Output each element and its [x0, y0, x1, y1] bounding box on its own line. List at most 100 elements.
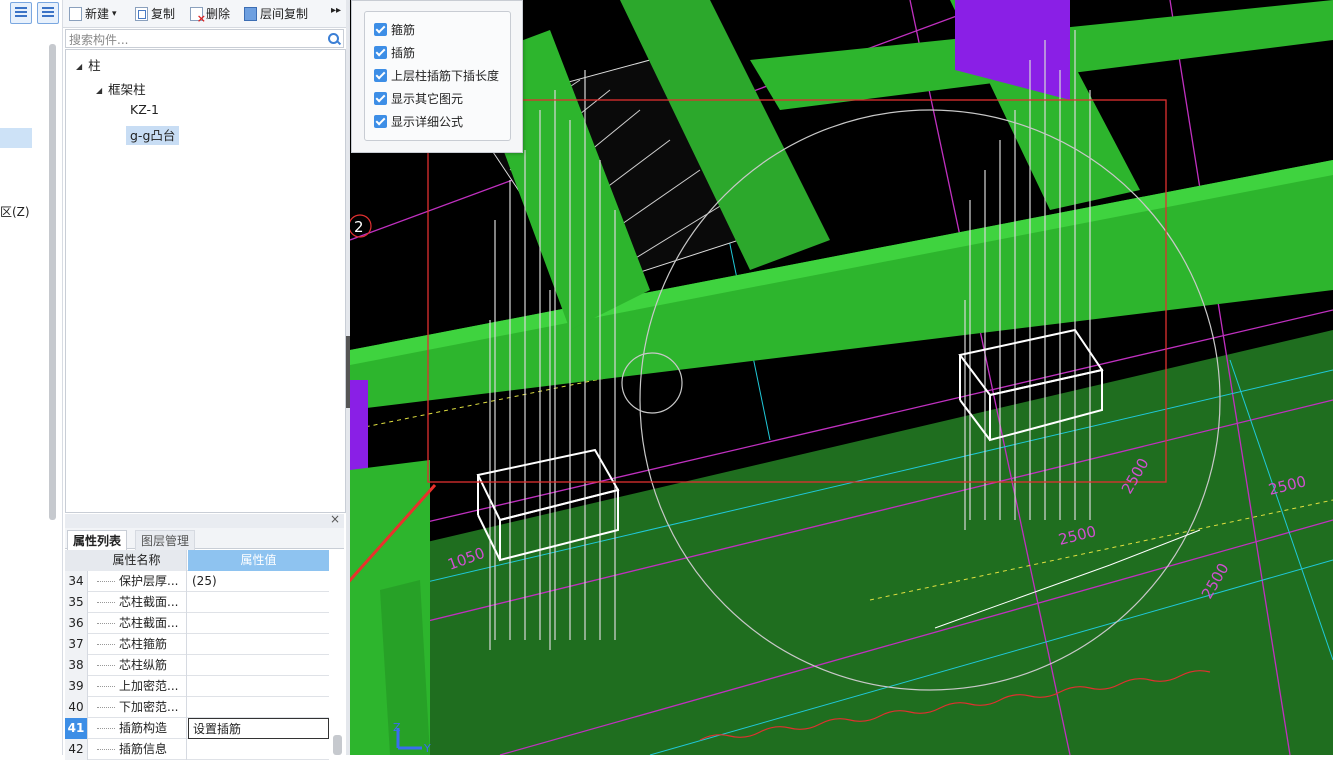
option-show-other-elements[interactable]: 显示其它图元: [374, 90, 463, 107]
option-label: 插筋: [391, 46, 416, 60]
new-file-icon: [69, 6, 82, 21]
left-scrollbar[interactable]: [49, 44, 56, 520]
tab-layer-management[interactable]: 图层管理: [135, 530, 196, 550]
display-options-panel: 箍筋 插筋 上层柱插筋下插长度 显示其它图元 显示详细公式: [351, 0, 523, 153]
tree-node-column[interactable]: ◢ 柱: [76, 55, 101, 74]
checkbox-checked-icon[interactable]: [374, 46, 387, 59]
property-name: 芯柱截面...: [87, 613, 187, 634]
svg-text:Y: Y: [423, 742, 431, 755]
left-nav-selected-item[interactable]: [0, 128, 32, 148]
delete-button[interactable]: 删除: [190, 5, 231, 25]
property-value[interactable]: [188, 655, 329, 676]
table-row[interactable]: 35 芯柱截面...: [65, 592, 329, 613]
floor-copy-button-label: 层间复制: [260, 7, 309, 21]
property-value-editor[interactable]: 设置插筋: [188, 718, 329, 739]
tab-property-list[interactable]: 属性列表: [67, 530, 128, 550]
property-value[interactable]: [188, 613, 329, 634]
row-number: 35: [65, 592, 88, 613]
search-input[interactable]: 搜索构件...: [65, 29, 344, 48]
floor-copy-button[interactable]: 层间复制: [244, 5, 308, 22]
column-header-value[interactable]: 属性值: [188, 550, 329, 571]
floor-copy-icon: [244, 6, 257, 21]
table-row[interactable]: 39 上加密范...: [65, 676, 329, 697]
left-nav-zone-label[interactable]: 区(Z): [0, 203, 30, 220]
property-value[interactable]: [188, 592, 329, 613]
display-options-group: 箍筋 插筋 上层柱插筋下插长度 显示其它图元 显示详细公式: [364, 11, 511, 141]
detail-view-icon[interactable]: [37, 2, 59, 24]
new-button[interactable]: 新建 ▾: [69, 5, 117, 22]
option-label: 显示详细公式: [391, 115, 464, 129]
copy-button[interactable]: 复制: [135, 5, 175, 22]
property-table-header: 属性名称 属性值: [65, 550, 329, 571]
collapse-triangle-icon[interactable]: ◢: [76, 62, 82, 71]
tree-item-kz1[interactable]: KZ-1: [130, 102, 159, 117]
property-value[interactable]: [188, 634, 329, 655]
option-upper-column-dowel-length[interactable]: 上层柱插筋下插长度: [374, 67, 499, 84]
property-panel-header: ×: [65, 512, 344, 528]
row-number: 37: [65, 634, 88, 655]
property-name: 芯柱纵筋: [87, 655, 187, 676]
property-scrollbar[interactable]: [333, 735, 342, 755]
delete-icon: [190, 6, 206, 25]
property-value[interactable]: [188, 697, 329, 718]
option-label: 上层柱插筋下插长度: [391, 69, 500, 83]
copy-icon: [135, 6, 148, 21]
option-label: 箍筋: [391, 23, 416, 37]
checkbox-checked-icon[interactable]: [374, 115, 387, 128]
close-icon[interactable]: ×: [330, 512, 340, 526]
option-stirrup[interactable]: 箍筋: [374, 21, 415, 38]
property-value[interactable]: [188, 676, 329, 697]
checkbox-checked-icon[interactable]: [374, 69, 387, 82]
tree-node-frame-column[interactable]: ◢ 框架柱: [96, 79, 146, 98]
new-button-label: 新建: [85, 7, 110, 21]
tree-node-column-label: 柱: [88, 58, 101, 73]
column-header-name[interactable]: 属性名称: [87, 550, 187, 571]
table-row[interactable]: 42 插筋信息: [65, 739, 329, 760]
left-navigation-strip: 区(Z): [0, 0, 63, 755]
grid-marker-label: 2: [354, 218, 364, 236]
property-name: 芯柱截面...: [87, 592, 187, 613]
search-placeholder[interactable]: 搜索构件...: [69, 31, 128, 48]
tree-item-label: KZ-1: [130, 102, 160, 117]
property-name: 上加密范...: [87, 676, 187, 697]
property-value[interactable]: (25): [188, 571, 329, 592]
search-icon[interactable]: [328, 33, 339, 44]
checkbox-checked-icon[interactable]: [374, 23, 387, 36]
row-number: 36: [65, 613, 88, 634]
property-name: 下加密范...: [87, 697, 187, 718]
collapse-triangle-icon[interactable]: ◢: [96, 86, 102, 95]
row-number: 34: [65, 571, 88, 592]
column-left-purple: [350, 380, 368, 480]
table-row[interactable]: 37 芯柱箍筋: [65, 634, 329, 655]
copy-button-label: 复制: [151, 7, 176, 21]
row-number: 41: [65, 718, 88, 739]
tree-node-frame-column-label: 框架柱: [108, 82, 146, 97]
table-row[interactable]: 34 保护层厚... (25): [65, 571, 329, 592]
component-panel: 新建 ▾ 复制 删除 层间复制 ▸▸ 搜索构件... ◢柱 ◢框架柱 KZ-1: [63, 0, 346, 760]
row-number-header: [65, 550, 88, 571]
row-number: 42: [65, 739, 88, 760]
option-label: 显示其它图元: [391, 92, 464, 106]
table-row-selected[interactable]: 41 插筋构造 设置插筋: [65, 718, 329, 739]
list-view-icon[interactable]: [10, 2, 32, 24]
component-toolbar: 新建 ▾ 复制 删除 层间复制 ▸▸: [63, 0, 346, 28]
tree-item-label: g-g凸台: [126, 126, 180, 145]
row-number: 39: [65, 676, 88, 697]
component-tree: ◢ 柱 ◢ 框架柱 KZ-1 g-g凸台: [65, 49, 346, 513]
checkbox-checked-icon[interactable]: [374, 92, 387, 105]
table-row[interactable]: 38 芯柱纵筋: [65, 655, 329, 676]
option-show-detailed-formula[interactable]: 显示详细公式: [374, 113, 463, 130]
property-name: 插筋信息: [87, 739, 187, 760]
new-dropdown-arrow[interactable]: ▾: [112, 9, 117, 19]
property-value[interactable]: [188, 739, 329, 760]
table-row[interactable]: 40 下加密范...: [65, 697, 329, 718]
property-tabs: 属性列表 图层管理: [65, 528, 344, 550]
toolbar-overflow-icon[interactable]: ▸▸: [331, 5, 341, 16]
delete-button-label: 删除: [206, 7, 231, 21]
row-number: 40: [65, 697, 88, 718]
table-row[interactable]: 36 芯柱截面...: [65, 613, 329, 634]
property-name: 芯柱箍筋: [87, 634, 187, 655]
row-number: 38: [65, 655, 88, 676]
tree-item-selected[interactable]: g-g凸台: [126, 125, 180, 145]
option-dowel[interactable]: 插筋: [374, 44, 415, 61]
